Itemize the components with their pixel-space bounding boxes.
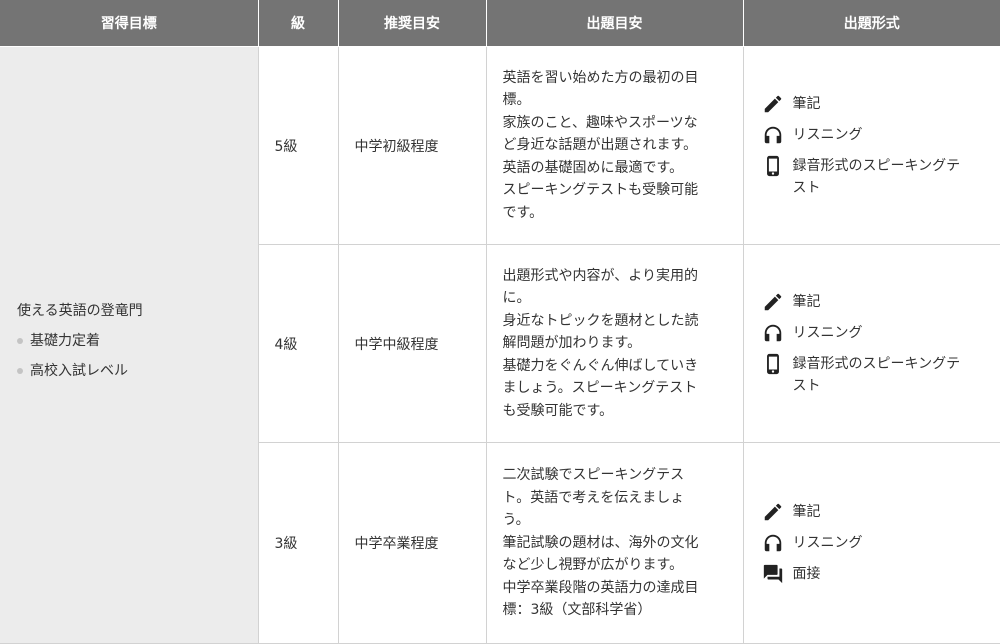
format-label-line: 録音形式のスピーキングテ <box>793 356 961 372</box>
header-goal: 習得目標 <box>0 0 258 47</box>
grade-cell: 5級 <box>258 47 338 245</box>
format-label: 録音形式のスピーキングテ スト <box>793 155 961 199</box>
description-line: に。 <box>503 287 727 310</box>
headphones-icon <box>762 322 784 344</box>
format-item: 録音形式のスピーキングテ スト <box>762 155 1000 199</box>
description-line: 出題形式や内容が、より実用的 <box>503 265 727 288</box>
description-line: 標。 <box>503 89 727 112</box>
format-label: 筆記 <box>793 291 821 313</box>
format-item: 録音形式のスピーキングテ スト <box>762 353 1000 397</box>
description-line: 解問題が加わります。 <box>503 332 727 355</box>
format-label-line: 録音形式のスピーキングテ <box>793 158 961 174</box>
table-row: 使える英語の登竜門 基礎力定着 高校入試レベル 5級 中学初級程度 英語を習い始… <box>0 47 1000 245</box>
header-format: 出題形式 <box>743 0 1000 47</box>
grade-table: 習得目標 級 推奨目安 出題目安 出題形式 使える英語の登竜門 基礎力定着 高校… <box>0 0 1000 644</box>
level-cell: 中学卒業程度 <box>338 443 486 644</box>
goal-title: 使える英語の登竜門 <box>17 300 258 322</box>
format-item: リスニング <box>762 322 1000 344</box>
description-line: 英語の基礎固めに最適です。 <box>503 157 727 180</box>
headphones-icon <box>762 532 784 554</box>
description-line: 英語を習い始めた方の最初の目 <box>503 67 727 90</box>
pencil-icon <box>762 291 784 313</box>
description-line: 基礎力をぐんぐん伸ばしていき <box>503 355 727 378</box>
format-item: リスニング <box>762 124 1000 146</box>
level-cell: 中学初級程度 <box>338 47 486 245</box>
description-line: 中学卒業段階の英語力の達成目 <box>503 577 727 600</box>
format-item: 筆記 <box>762 291 1000 313</box>
smartphone-icon <box>762 353 784 375</box>
format-item: 面接 <box>762 563 1000 585</box>
format-cell: 筆記 リスニング 面接 <box>743 443 1000 644</box>
format-label: リスニング <box>793 322 863 344</box>
format-label: リスニング <box>793 532 863 554</box>
description-line: ど身近な話題が出題されます。 <box>503 134 727 157</box>
description-line: 身近なトピックを題材とした読 <box>503 310 727 333</box>
description-line: う。 <box>503 509 727 532</box>
level-cell: 中学中級程度 <box>338 245 486 443</box>
format-label-line: スト <box>793 180 821 196</box>
description-line: など少し視野が広がります。 <box>503 554 727 577</box>
format-label: 筆記 <box>793 501 821 523</box>
format-cell: 筆記 リスニング 録音形式のスピーキングテ スト <box>743 47 1000 245</box>
description-line: 筆記試験の題材は、海外の文化 <box>503 532 727 555</box>
goal-cell: 使える英語の登竜門 基礎力定着 高校入試レベル <box>0 47 258 644</box>
pencil-icon <box>762 93 784 115</box>
description-line: 家族のこと、趣味やスポーツな <box>503 112 727 135</box>
header-row: 習得目標 級 推奨目安 出題目安 出題形式 <box>0 0 1000 47</box>
description-cell: 英語を習い始めた方の最初の目 標。 家族のこと、趣味やスポーツな ど身近な話題が… <box>486 47 743 245</box>
header-description: 出題目安 <box>486 0 743 47</box>
description-cell: 二次試験でスピーキングテス ト。英語で考えを伝えましょ う。 筆記試験の題材は、… <box>486 443 743 644</box>
description-line: も受験可能です。 <box>503 400 727 423</box>
goal-bullet: 基礎力定着 <box>17 330 258 352</box>
interview-icon <box>762 563 784 585</box>
format-cell: 筆記 リスニング 録音形式のスピーキングテ スト <box>743 245 1000 443</box>
format-label: 面接 <box>793 563 821 585</box>
goal-bullet: 高校入試レベル <box>17 360 258 382</box>
format-item: 筆記 <box>762 93 1000 115</box>
description-cell: 出題形式や内容が、より実用的 に。 身近なトピックを題材とした読 解問題が加わり… <box>486 245 743 443</box>
format-label-line: スト <box>793 378 821 394</box>
headphones-icon <box>762 124 784 146</box>
pencil-icon <box>762 501 784 523</box>
header-grade: 級 <box>258 0 338 47</box>
grade-cell: 3級 <box>258 443 338 644</box>
format-item: リスニング <box>762 532 1000 554</box>
smartphone-icon <box>762 155 784 177</box>
format-label: リスニング <box>793 124 863 146</box>
format-label: 録音形式のスピーキングテ スト <box>793 353 961 397</box>
header-level: 推奨目安 <box>338 0 486 47</box>
format-item: 筆記 <box>762 501 1000 523</box>
description-line: ましょう。スピーキングテスト <box>503 377 727 400</box>
description-line: 二次試験でスピーキングテス <box>503 464 727 487</box>
description-line: スピーキングテストも受験可能 <box>503 179 727 202</box>
description-line: です。 <box>503 202 727 225</box>
description-line: 標：3級（文部科学省） <box>503 599 727 622</box>
goal-bullets: 基礎力定着 高校入試レベル <box>17 330 258 382</box>
grade-cell: 4級 <box>258 245 338 443</box>
format-label: 筆記 <box>793 93 821 115</box>
description-line: ト。英語で考えを伝えましょ <box>503 487 727 510</box>
